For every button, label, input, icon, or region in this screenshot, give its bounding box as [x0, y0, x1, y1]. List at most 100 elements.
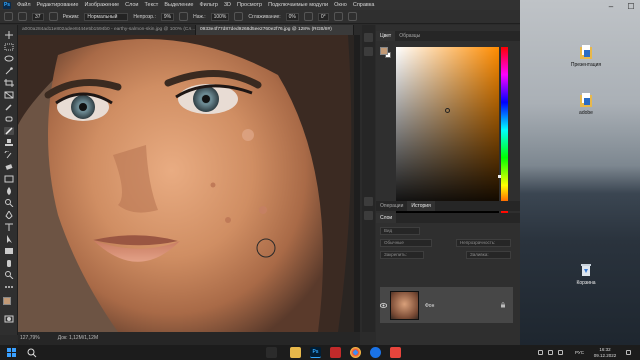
menu-filter[interactable]: Фильтр — [199, 2, 217, 8]
eye-icon[interactable] — [380, 303, 387, 308]
type-tool-icon[interactable] — [4, 223, 14, 231]
frame-tool-icon[interactable] — [4, 91, 14, 99]
menu-image[interactable]: Изображение — [84, 2, 119, 8]
brush-size-field[interactable]: 37 — [32, 12, 44, 21]
tab-document-1[interactable]: a000a284ad11e802adee8444e5b1594b0 - eart… — [18, 25, 196, 35]
smoothing-field[interactable]: 0% — [285, 12, 299, 21]
zoom-level[interactable]: 127,79% — [20, 332, 40, 345]
windows-start-icon[interactable] — [6, 347, 17, 358]
menu-file[interactable]: Файл — [17, 2, 31, 8]
desktop-icon-adobe[interactable]: adobe — [566, 92, 606, 116]
more-tools-icon[interactable] — [4, 283, 14, 291]
mode-select[interactable]: Нормальный — [84, 12, 129, 21]
photoshop-taskbar-icon[interactable]: Ps — [310, 347, 321, 358]
search-icon[interactable] — [26, 347, 37, 358]
path-selection-tool-icon[interactable] — [4, 235, 14, 243]
foreground-color-swatch[interactable] — [3, 297, 11, 305]
menu-plugins[interactable]: Подключаемые модули — [268, 2, 328, 8]
gradient-tool-icon[interactable] — [4, 175, 14, 183]
quick-select-tool-icon[interactable] — [4, 67, 14, 75]
menu-edit[interactable]: Редактирование — [37, 2, 79, 8]
brush-tool-icon[interactable] — [18, 12, 27, 21]
quick-mask-icon[interactable] — [4, 315, 14, 323]
crop-tool-icon[interactable] — [4, 79, 14, 87]
clock[interactable]: 16:32 09.12.2022 — [590, 347, 620, 358]
dodge-tool-icon[interactable] — [4, 199, 14, 208]
tab-history[interactable]: История — [407, 201, 435, 211]
fill-label[interactable]: Заливка: — [466, 251, 511, 259]
clock-date: 09.12.2022 — [593, 352, 617, 358]
app-icon[interactable] — [390, 347, 401, 358]
color-picker-cursor[interactable] — [445, 108, 450, 113]
flow-field[interactable]: 100% — [210, 12, 230, 21]
hand-tool-icon[interactable] — [4, 259, 14, 267]
hue-slider[interactable] — [501, 47, 508, 213]
layer-name[interactable]: Фон — [425, 303, 434, 309]
task-view-icon[interactable] — [266, 347, 277, 358]
zoom-tool-icon[interactable] — [4, 271, 14, 280]
network-icon[interactable] — [548, 350, 553, 355]
opacity-field[interactable]: 9% — [160, 12, 175, 21]
menu-layers[interactable]: Слои — [125, 2, 138, 8]
hue-slider-handle[interactable] — [498, 175, 501, 178]
pressure-opacity-icon[interactable] — [179, 12, 189, 21]
healing-brush-tool-icon[interactable] — [4, 115, 14, 123]
tab-color[interactable]: Цвет — [376, 31, 396, 41]
tab-actions[interactable]: Операции — [376, 201, 407, 211]
symmetry-icon[interactable] — [347, 12, 357, 21]
notification-icon[interactable] — [626, 350, 631, 355]
lock-icon — [501, 302, 505, 308]
media-app-icon[interactable] — [330, 347, 341, 358]
layer-thumbnail[interactable] — [390, 291, 419, 320]
desktop-icon-presentation[interactable]: Презентация — [566, 44, 606, 68]
foreground-color-chip[interactable] — [380, 47, 388, 55]
brush-tool-icon[interactable] — [4, 127, 14, 135]
gear-icon[interactable] — [303, 12, 313, 21]
volume-icon[interactable] — [558, 350, 563, 355]
actions-panel-icon[interactable] — [364, 197, 373, 206]
eraser-tool-icon[interactable] — [4, 163, 14, 171]
menu-help[interactable]: Справка — [353, 2, 375, 8]
blur-tool-icon[interactable] — [4, 187, 14, 195]
color-field[interactable] — [396, 47, 499, 213]
file-explorer-icon[interactable] — [290, 347, 301, 358]
pen-tool-icon[interactable] — [4, 210, 14, 220]
blend-mode-select[interactable]: Обычные — [380, 239, 432, 247]
chrome-icon[interactable] — [350, 347, 361, 358]
layer-opacity-label[interactable]: Непрозрачность: — [456, 239, 511, 247]
menu-select[interactable]: Выделение — [164, 2, 193, 8]
right-panels: Цвет Образцы Операции История Слои Вид О… — [376, 25, 520, 357]
tab-layers[interactable]: Слои — [376, 213, 397, 223]
angle-field[interactable]: 0° — [317, 12, 329, 21]
menu-3d[interactable]: 3D — [224, 2, 231, 8]
lasso-tool-icon[interactable] — [4, 55, 14, 63]
color-panel-icon[interactable] — [364, 33, 373, 42]
swatches-panel-icon[interactable] — [364, 47, 373, 56]
history-panel-icon[interactable] — [364, 211, 373, 220]
move-tool-icon[interactable] — [4, 31, 14, 39]
home-icon[interactable] — [4, 12, 13, 21]
vertical-scrollbar[interactable] — [354, 35, 360, 332]
tab-swatches[interactable]: Образцы — [395, 31, 424, 41]
folder-document-icon — [580, 93, 592, 107]
language-indicator[interactable]: РУС — [575, 350, 584, 355]
menu-window[interactable]: Окно — [334, 2, 347, 8]
history-brush-tool-icon[interactable] — [4, 150, 14, 159]
menu-type[interactable]: Текст — [144, 2, 158, 8]
minimize-icon[interactable]: – — [601, 0, 621, 14]
menu-view[interactable]: Просмотр — [237, 2, 262, 8]
brush-panel-icon[interactable] — [48, 12, 58, 21]
airbrush-icon[interactable] — [234, 12, 244, 21]
eyedropper-tool-icon[interactable] — [4, 103, 14, 111]
desktop-icon-recycle-bin[interactable]: Корзина — [566, 262, 606, 286]
tray-arrow-icon[interactable] — [538, 350, 543, 355]
rectangle-tool-icon[interactable] — [4, 247, 14, 255]
marquee-tool-icon[interactable] — [4, 43, 14, 51]
tab-document-2[interactable]: 0933e4f77d87ded9268d5ee2760e2f76.jpg @ 1… — [196, 25, 354, 35]
image-canvas[interactable] — [18, 35, 354, 332]
pressure-size-icon[interactable] — [333, 12, 343, 21]
clone-stamp-tool-icon[interactable] — [4, 139, 14, 147]
layer-filter-kind[interactable]: Вид — [380, 227, 420, 235]
browser-icon[interactable] — [370, 347, 381, 358]
maximize-icon[interactable]: ☐ — [621, 0, 640, 14]
